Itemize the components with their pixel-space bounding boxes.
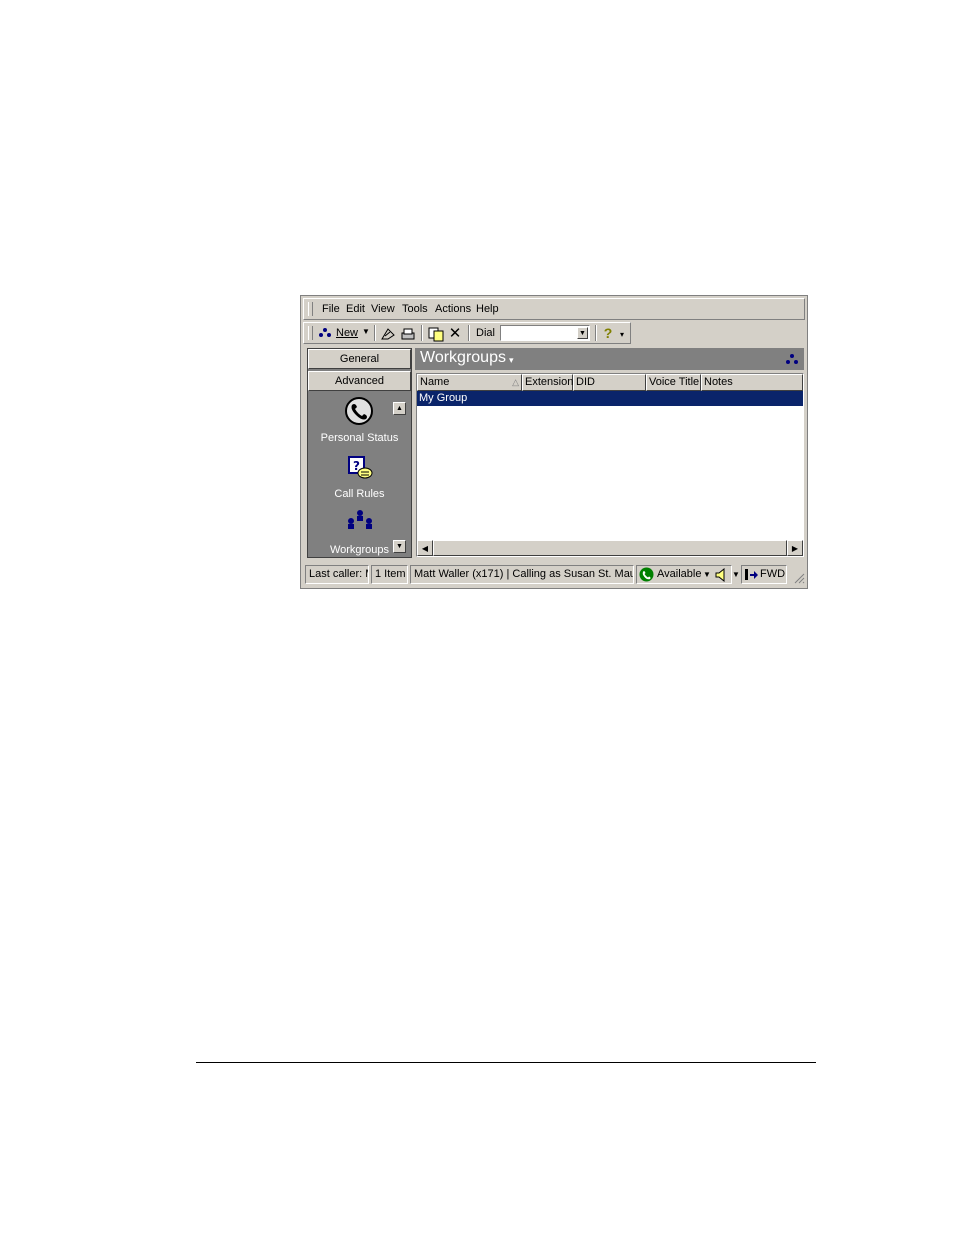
phone-handset-icon[interactable] (344, 396, 374, 426)
page-footer-rule (196, 1062, 816, 1063)
workgroups-icon[interactable] (346, 509, 374, 531)
view-title[interactable]: Workgroups (420, 349, 506, 367)
scrollbar-thumb[interactable] (433, 540, 787, 556)
new-button[interactable]: New (336, 327, 358, 339)
menu-bar: File Edit View Tools Actions Help (303, 298, 805, 320)
menu-tools[interactable]: Tools (402, 303, 428, 315)
speaker-dropdown-icon[interactable]: ▼ (732, 566, 740, 583)
workgroups-list: Name △ Extension DID Voice Title Notes M… (416, 373, 804, 557)
view-header: Workgroups ▾ (415, 348, 804, 370)
address-book-icon[interactable] (380, 326, 396, 342)
column-header-extension[interactable]: Extension (522, 374, 573, 391)
sort-ascending-icon: △ (512, 377, 519, 387)
resize-grip-icon[interactable] (793, 572, 805, 584)
nav-item-personal-status[interactable]: Personal Status (308, 432, 411, 444)
nav-advanced-button[interactable]: Advanced (308, 371, 411, 391)
menu-edit[interactable]: Edit (346, 303, 365, 315)
copy-icon[interactable] (428, 326, 444, 342)
workgroups-icon[interactable] (318, 326, 332, 340)
table-row[interactable]: My Group (417, 391, 803, 406)
nav-item-workgroups[interactable]: Workgroups (308, 544, 411, 556)
available-phone-icon (639, 567, 654, 582)
column-header-did[interactable]: DID (573, 374, 646, 391)
status-last-caller: Last caller: M (305, 565, 369, 584)
new-dropdown-arrow-icon[interactable]: ▼ (362, 328, 370, 336)
toolbar-separator (374, 325, 376, 341)
print-icon[interactable] (400, 326, 416, 342)
help-icon[interactable]: ? (602, 325, 614, 341)
status-item-count: 1 Item (371, 565, 408, 584)
dial-dropdown-arrow-icon[interactable]: ▼ (577, 327, 588, 339)
help-dropdown-arrow-icon[interactable]: ▾ (620, 331, 624, 339)
horizontal-scrollbar[interactable]: ◀ ▶ (417, 540, 803, 556)
dial-label: Dial (476, 327, 495, 339)
status-forward[interactable]: FWD (741, 565, 787, 584)
menu-help[interactable]: Help (476, 303, 499, 315)
nav-scroll-up-icon[interactable]: ▲ (393, 402, 406, 415)
toolbar-grip[interactable] (308, 326, 313, 340)
workgroups-icon (785, 353, 799, 365)
status-calling-as: Matt Waller (x171) | Calling as Susan St… (410, 565, 634, 584)
toolbar-separator (468, 325, 470, 341)
call-forward-icon (743, 567, 759, 582)
menu-grip[interactable] (308, 302, 313, 316)
scroll-right-icon[interactable]: ▶ (787, 540, 803, 556)
availability-dropdown-icon[interactable]: ▼ (703, 566, 711, 583)
menu-file[interactable]: File (322, 303, 340, 315)
toolbar: New ▼ ✕ Dial ▼ ? ▾ (303, 322, 631, 344)
availability-label: Available (657, 568, 702, 580)
menu-view[interactable]: View (371, 303, 395, 315)
column-header-notes[interactable]: Notes (701, 374, 803, 391)
nav-general-button[interactable]: General (308, 349, 411, 369)
speaker-icon[interactable] (714, 567, 728, 582)
column-header-name[interactable]: Name △ (417, 374, 522, 391)
toolbar-separator (595, 325, 597, 341)
application-window: File Edit View Tools Actions Help New ▼ … (300, 295, 808, 589)
toolbar-separator (421, 325, 423, 341)
call-rules-icon[interactable]: ? (347, 455, 373, 481)
column-name-label: Name (420, 376, 450, 388)
forward-label: FWD (760, 568, 786, 580)
delete-icon[interactable]: ✕ (448, 325, 462, 341)
table-cell-name: My Group (419, 392, 468, 404)
dial-input[interactable]: ▼ (500, 325, 590, 341)
menu-actions[interactable]: Actions (435, 303, 471, 315)
view-title-dropdown-icon[interactable]: ▾ (509, 356, 514, 365)
scroll-left-icon[interactable]: ◀ (417, 540, 433, 556)
nav-item-call-rules[interactable]: Call Rules (308, 488, 411, 500)
navigation-pane: General Advanced ▲ ▼ Personal Status ? C… (307, 348, 412, 558)
status-speaker[interactable]: ▼ (713, 565, 741, 584)
column-header-voice-title[interactable]: Voice Title (646, 374, 701, 391)
